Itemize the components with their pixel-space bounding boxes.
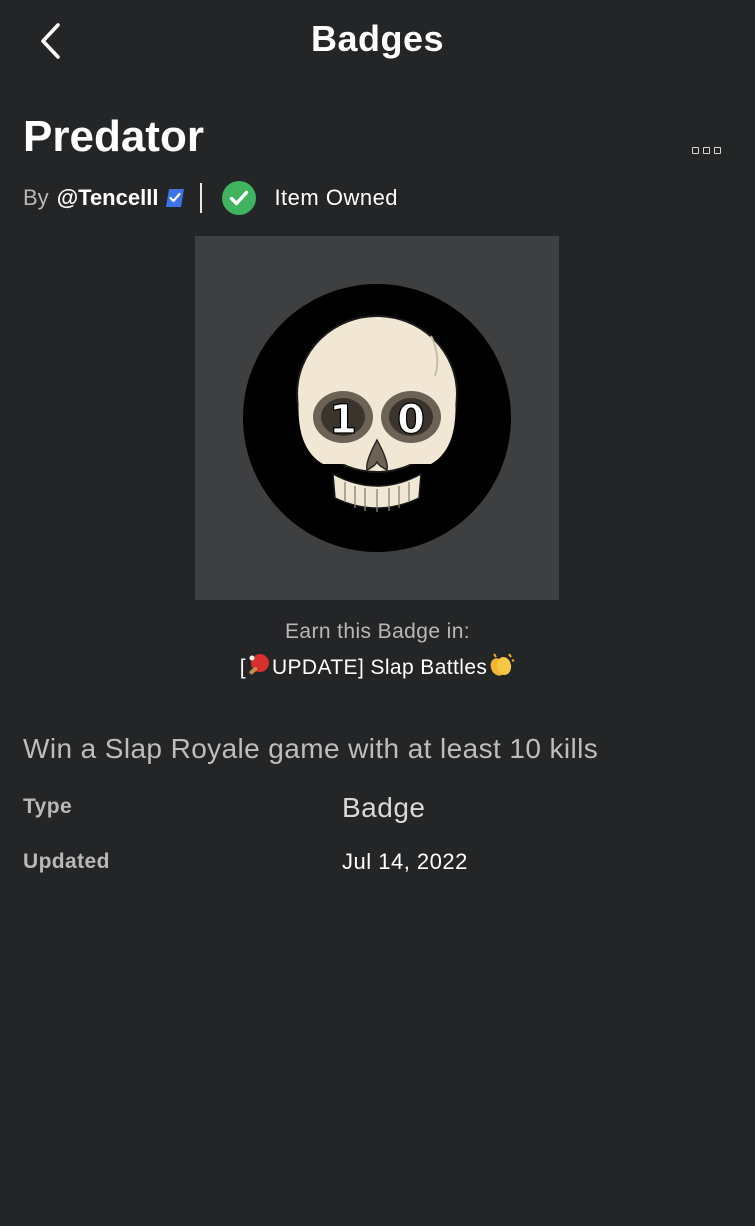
page-title: Badges xyxy=(310,18,445,59)
top-bar: Badges xyxy=(0,0,755,82)
type-label: Type xyxy=(23,795,73,818)
updated-label: Updated xyxy=(23,850,110,873)
earn-badge-label: Earn this Badge in: xyxy=(284,620,471,643)
check-circle-icon xyxy=(222,181,257,215)
item-title: Predator xyxy=(23,112,204,161)
clapping-hands-icon xyxy=(487,652,515,684)
badge-number-0: 0 xyxy=(397,397,425,443)
game-name: UPDATE] Slap Battles xyxy=(271,656,488,679)
skull-badge-icon: 1 0 xyxy=(243,284,511,552)
badge-description: Win a Slap Royale game with at least 10 … xyxy=(23,733,599,764)
byline-divider xyxy=(200,183,203,213)
item-owned-status: Item Owned xyxy=(274,185,399,210)
more-options-icon xyxy=(713,146,721,154)
more-options-icon xyxy=(702,146,710,154)
updated-value: Jul 14, 2022 xyxy=(342,849,468,874)
ping-pong-paddle-icon xyxy=(246,652,272,684)
more-options-icon xyxy=(691,146,699,154)
creator-byline: By @Tencelll Item Owned xyxy=(23,180,398,216)
by-label: By xyxy=(23,185,49,210)
game-link[interactable]: [UPDATE] Slap Battles xyxy=(0,652,755,684)
badge-number-1: 1 xyxy=(329,397,357,443)
type-value: Badge xyxy=(342,792,426,823)
more-options-button[interactable] xyxy=(686,138,726,162)
badge-image: 1 0 xyxy=(195,236,559,600)
creator-link[interactable]: @Tencelll xyxy=(57,185,159,211)
verified-badge-icon xyxy=(164,187,186,209)
